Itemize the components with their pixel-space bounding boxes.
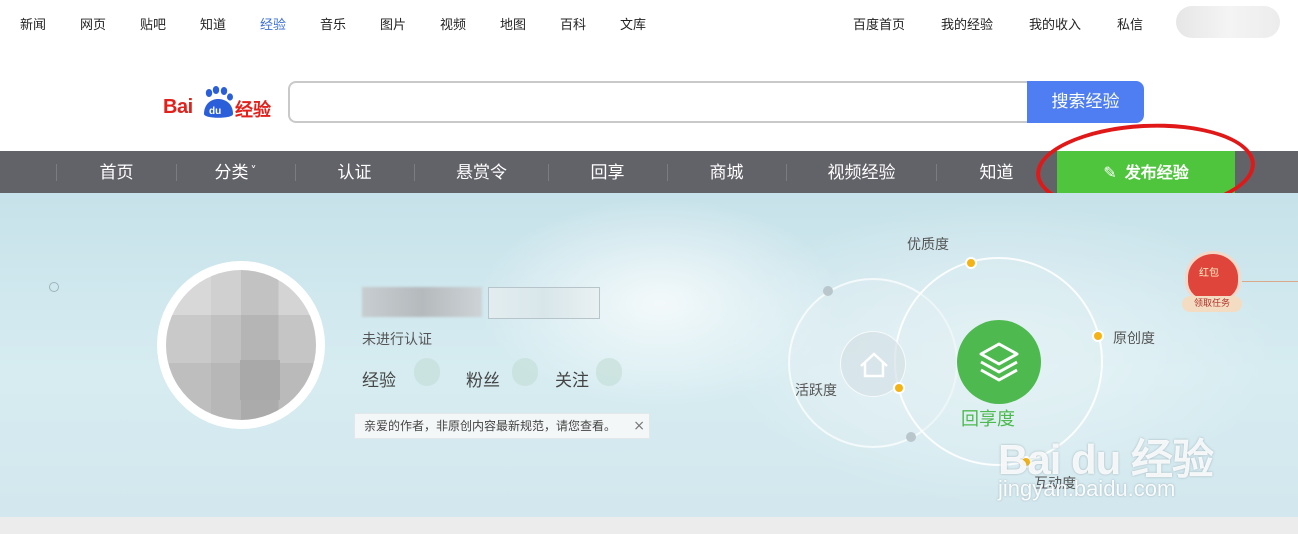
logo-jingyan-text: 经验 (235, 100, 271, 121)
top-nav-link-wenku[interactable]: 文库 (620, 14, 646, 33)
baidu-paw-icon: du (204, 86, 233, 118)
radar-deco-dot (823, 286, 833, 296)
radar-label-quality: 优质度 (907, 237, 949, 253)
notice-banner[interactable]: 亲爱的作者，非原创内容最新规范，请您查看。 × (354, 413, 650, 439)
nav-item-home[interactable]: 首页 (58, 151, 175, 193)
certification-status[interactable]: 未进行认证 (362, 329, 432, 349)
avatar-pixel-block (240, 360, 280, 400)
username-blurred (362, 287, 482, 317)
radar-point-originality (1092, 330, 1104, 342)
radar-label-originality: 原创度 (1113, 331, 1155, 347)
baidu-jingyan-logo[interactable]: Bai du 经验 (163, 86, 273, 122)
top-nav-link-baike[interactable]: 百科 (560, 14, 586, 33)
stat-experience-value-blurred (414, 358, 440, 386)
top-nav-link-web[interactable]: 网页 (80, 14, 106, 33)
radar-point-quality (965, 257, 977, 269)
profile-avatar-blurred[interactable] (166, 270, 316, 420)
red-packet-title: 红包 (1199, 268, 1219, 279)
stat-follow-label[interactable]: 关注 (555, 366, 589, 391)
svg-text:du: du (209, 106, 221, 117)
nav-item-video-experience[interactable]: 视频经验 (787, 151, 936, 193)
user-avatar-blurred[interactable] (1176, 6, 1280, 38)
nav-divider (56, 164, 57, 181)
nav-item-certification[interactable]: 认证 (296, 151, 413, 193)
claim-task-button[interactable]: 领取任务 (1182, 296, 1242, 312)
close-icon[interactable]: × (633, 414, 645, 438)
red-packet-widget[interactable]: 红包 领取任务 (1182, 254, 1242, 314)
top-nav-link-music[interactable]: 音乐 (320, 14, 346, 33)
top-nav-link-jingyan[interactable]: 经验 (260, 14, 286, 33)
nav-item-category-label: 分类 (214, 163, 249, 183)
user-badge-blurred (488, 287, 600, 319)
logo-bai-text: Bai (163, 96, 193, 118)
notice-text: 亲爱的作者，非原创内容最新规范，请您查看。 (364, 419, 617, 433)
baidu-jingyan-watermark: Bai du 经验 jingyan.baidu.com (998, 392, 1238, 512)
chevron-down-icon: ˅ (250, 164, 257, 178)
stat-fans-label[interactable]: 粉丝 (466, 366, 500, 391)
top-nav-link-images[interactable]: 图片 (380, 14, 406, 33)
stat-fans-value-blurred (512, 358, 538, 386)
red-packet-string (1242, 281, 1298, 282)
deco-ring-dot (49, 282, 59, 292)
watermark-url: jingyan.baidu.com (998, 476, 1176, 501)
search-button[interactable]: 搜索经验 (1027, 81, 1144, 123)
radar-deco-dot (906, 432, 916, 442)
page-footer-strip (0, 517, 1298, 534)
nav-item-category[interactable]: 分类 ˅ (177, 151, 294, 193)
top-nav-link-baidu-home[interactable]: 百度首页 (853, 14, 905, 33)
top-nav-link-map[interactable]: 地图 (500, 14, 526, 33)
top-nav-link-video[interactable]: 视频 (440, 14, 466, 33)
nav-item-mall[interactable]: 商城 (668, 151, 785, 193)
nav-item-huixiang[interactable]: 回享 (549, 151, 666, 193)
top-nav-link-my-income[interactable]: 我的收入 (1029, 14, 1081, 33)
top-nav-link-messages[interactable]: 私信 (1117, 14, 1143, 33)
radar-label-activity: 活跃度 (795, 383, 837, 399)
top-nav-link-news[interactable]: 新闻 (20, 14, 46, 33)
radar-point-activity (893, 382, 905, 394)
stat-experience-label[interactable]: 经验 (362, 366, 396, 391)
top-nav-link-my-experience[interactable]: 我的经验 (941, 14, 993, 33)
nav-item-bounty[interactable]: 悬赏令 (415, 151, 548, 193)
top-nav-link-tieba[interactable]: 贴吧 (140, 14, 166, 33)
stat-follow-value-blurred (596, 358, 622, 386)
search-input[interactable] (288, 81, 1030, 123)
top-nav-link-zhidao[interactable]: 知道 (200, 14, 226, 33)
top-nav: 新闻 网页 贴吧 知道 经验 音乐 图片 视频 地图 百科 文库 百度首页 我的… (0, 0, 1298, 44)
